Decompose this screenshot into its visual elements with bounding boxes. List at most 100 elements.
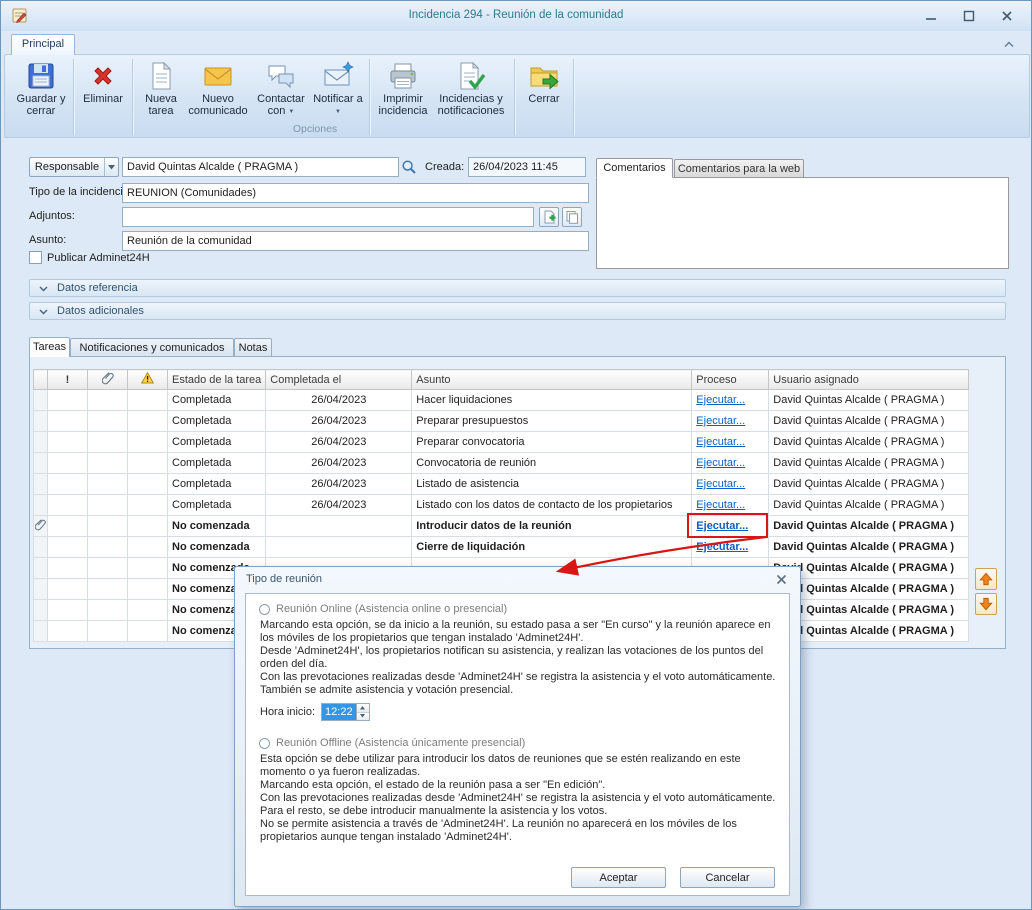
imprimir-incidencia-button[interactable]: Imprimir incidencia (374, 58, 432, 117)
tab-principal[interactable]: Principal (11, 34, 75, 55)
table-row[interactable]: Completada 26/04/2023 Hacer liquidacione… (34, 390, 969, 411)
warning-icon (141, 375, 154, 387)
estado-cell: Completada (168, 411, 266, 432)
warning-cell (128, 474, 168, 495)
cancelar-button[interactable]: Cancelar (680, 867, 775, 888)
row-indicator-cell (34, 495, 48, 516)
contactar-con-button[interactable]: Contactar con ▼ (251, 58, 311, 118)
tab-comentarios-web[interactable]: Comentarios para la web (674, 159, 804, 178)
header-attachment[interactable] (88, 370, 128, 390)
warning-cell (128, 516, 168, 537)
header-proceso[interactable]: Proceso (692, 370, 769, 390)
collapse-ribbon-button[interactable] (1001, 38, 1017, 50)
move-row-down-button[interactable] (975, 593, 997, 615)
ribbon-button-label: Guardar y cerrar (15, 93, 67, 117)
priority-cell (48, 390, 88, 411)
table-row[interactable]: No comenzada Introducir datos de la reun… (34, 516, 969, 537)
completada-cell: 26/04/2023 (266, 411, 412, 432)
incidencias-y-notificaciones-button[interactable]: Incidencias y notificaciones (432, 58, 510, 117)
table-row[interactable]: Completada 26/04/2023 Preparar convocato… (34, 432, 969, 453)
header-asunto[interactable]: Asunto (412, 370, 692, 390)
dialog-close-button[interactable] (773, 572, 789, 586)
hora-inicio-value: 12:22 (322, 704, 356, 720)
completada-cell: 26/04/2023 (266, 432, 412, 453)
maximize-button[interactable] (955, 7, 983, 25)
ejecutar-link[interactable]: Ejecutar... (696, 457, 745, 469)
responsable-button[interactable]: Responsable (29, 157, 119, 177)
ejecutar-link[interactable]: Ejecutar... (696, 436, 745, 448)
header-estado[interactable]: Estado de la tarea (168, 370, 266, 390)
table-row[interactable]: No comenzada Cierre de liquidación Ejecu… (34, 537, 969, 558)
aceptar-button[interactable]: Aceptar (571, 867, 666, 888)
header-usuario[interactable]: Usuario asignado (769, 370, 969, 390)
attachment-cell (88, 495, 128, 516)
table-row[interactable]: Completada 26/04/2023 Convocatoria de re… (34, 453, 969, 474)
notificar-a-button[interactable]: Notificar a ▼ (311, 58, 365, 118)
row-indicator-cell (34, 390, 48, 411)
spinner-up-button[interactable] (357, 704, 369, 713)
priority-cell (48, 411, 88, 432)
nueva-tarea-button[interactable]: Nueva tarea (137, 58, 185, 117)
warning-cell (128, 390, 168, 411)
ribbon-button-label: Imprimir incidencia (376, 93, 430, 117)
ejecutar-link[interactable]: Ejecutar... (696, 520, 748, 532)
header-priority[interactable]: ! (48, 370, 88, 390)
header-indicator[interactable] (34, 370, 48, 390)
tipo-reunion-dialog: Tipo de reunión Reunión Online (Asistenc… (234, 566, 801, 907)
ejecutar-link[interactable]: Ejecutar... (696, 415, 745, 427)
cerrar-button[interactable]: Cerrar (519, 58, 569, 105)
priority-cell (48, 579, 88, 600)
radio-reunion-online[interactable]: Reunión Online (Asistencia online o pres… (259, 603, 776, 615)
ejecutar-link[interactable]: Ejecutar... (696, 478, 745, 490)
tab-notas[interactable]: Notas (234, 338, 272, 357)
completada-cell (266, 537, 412, 558)
offline-description: Esta opción se debe utilizar para introd… (260, 753, 776, 844)
search-icon[interactable] (400, 158, 418, 176)
warning-cell (128, 579, 168, 600)
section-datos-referencia[interactable]: Datos referencia (29, 279, 1006, 297)
online-description: Marcando esta opción, se da inicio a la … (260, 619, 776, 697)
dialog-buttons: Aceptar Cancelar (571, 867, 775, 888)
attachment-cell (88, 537, 128, 558)
asunto-field[interactable]: Reunión de la comunidad (122, 231, 589, 251)
radio-reunion-offline[interactable]: Reunión Offline (Asistencia únicamente p… (259, 737, 776, 749)
tab-comentarios[interactable]: Comentarios (596, 158, 673, 178)
table-row[interactable]: Completada 26/04/2023 Preparar presupues… (34, 411, 969, 432)
tab-notificaciones-comunicados[interactable]: Notificaciones y comunicados (70, 338, 234, 357)
priority-cell (48, 621, 88, 642)
section-datos-adicionales[interactable]: Datos adicionales (29, 302, 1006, 320)
nuevo-comunicado-button[interactable]: Nuevo comunicado (185, 58, 251, 117)
header-completada[interactable]: Completada el (266, 370, 412, 390)
ribbon-button-label: Cerrar (528, 93, 559, 105)
publicar-checkbox[interactable] (29, 251, 42, 264)
ejecutar-link[interactable]: Ejecutar... (696, 394, 745, 406)
priority-cell (48, 600, 88, 621)
guardar-y-cerrar-button[interactable]: Guardar y cerrar (13, 58, 69, 117)
copy-attachment-button[interactable] (562, 207, 582, 227)
minimize-button[interactable] (917, 7, 945, 25)
notify-envelope-icon (322, 60, 354, 92)
close-button[interactable] (993, 7, 1021, 25)
header-warning[interactable] (128, 370, 168, 390)
comments-textarea[interactable] (596, 177, 1009, 269)
table-row[interactable]: Completada 26/04/2023 Listado de asisten… (34, 474, 969, 495)
hora-inicio-input[interactable]: 12:22 (321, 703, 370, 721)
responsable-field[interactable]: David Quintas Alcalde ( PRAGMA ) (122, 157, 399, 177)
asunto-cell: Hacer liquidaciones (412, 390, 692, 411)
move-row-up-button[interactable] (975, 568, 997, 590)
tab-tareas[interactable]: Tareas (29, 337, 70, 357)
adjuntos-label: Adjuntos: (29, 210, 75, 222)
table-row[interactable]: Completada 26/04/2023 Listado con los da… (34, 495, 969, 516)
ejecutar-link[interactable]: Ejecutar... (696, 541, 748, 553)
eliminar-button[interactable]: Eliminar (78, 58, 128, 105)
add-attachment-button[interactable] (539, 207, 559, 227)
chevron-down-icon[interactable] (104, 158, 118, 176)
spinner-down-button[interactable] (357, 713, 369, 721)
estado-cell: Completada (168, 474, 266, 495)
tipo-incidencia-field[interactable]: REUNION (Comunidades) (122, 183, 589, 203)
dialog-title: Tipo de reunión (246, 573, 322, 585)
ejecutar-link[interactable]: Ejecutar... (696, 499, 745, 511)
adjuntos-field[interactable] (122, 207, 534, 227)
asunto-cell: Cierre de liquidación (412, 537, 692, 558)
creada-field[interactable]: 26/04/2023 11:45 (468, 157, 586, 177)
